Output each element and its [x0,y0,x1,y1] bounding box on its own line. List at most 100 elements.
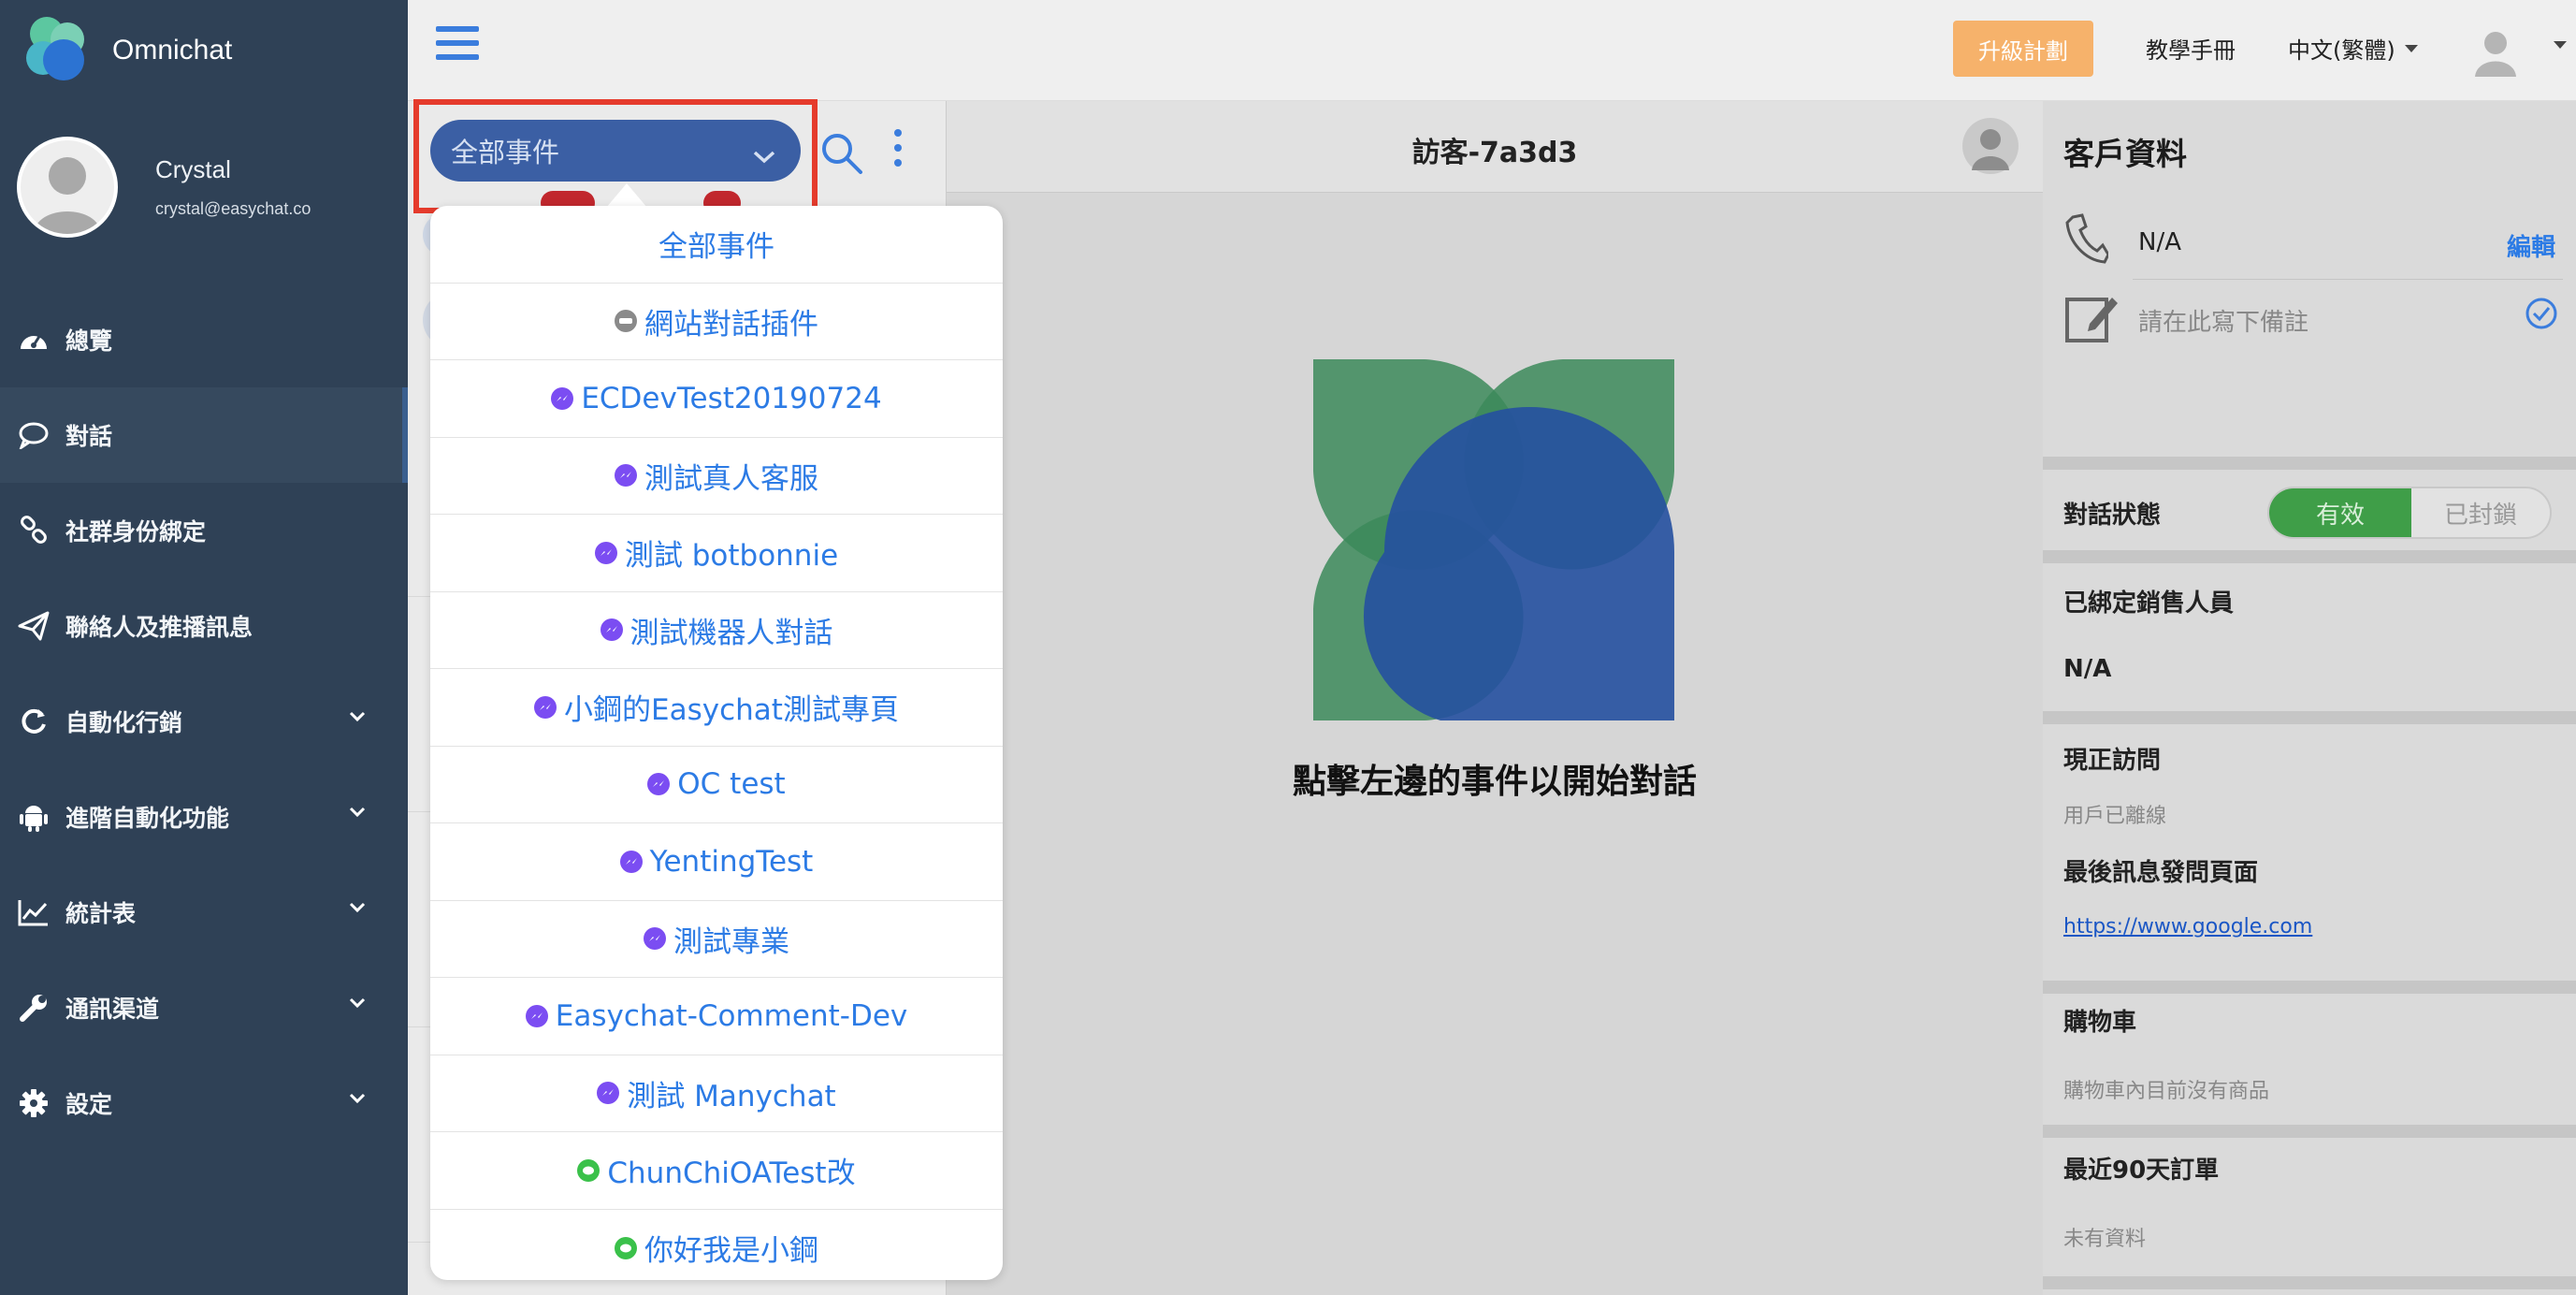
sidebar-item-marketing-automation[interactable]: 自動化行銷 [0,674,408,769]
filter-option[interactable]: OC test [430,747,1003,823]
conversation-panel: 訪客-7a3d3 點擊左邊的事件以開始對話 [947,101,2043,1295]
brand[interactable]: Omnichat [21,13,232,88]
caret-down-icon [2404,44,2418,52]
filter-option[interactable]: 你好我是小鋼 [430,1210,1003,1281]
filter-option[interactable]: ECDevTest20190724 [430,360,1003,438]
upgrade-plan-button[interactable]: 升級計劃 [1953,21,2093,77]
phone-icon [2065,213,2110,268]
omnichat-logo-icon [21,13,95,88]
sidebar-item-advanced-automation[interactable]: 進階自動化功能 [0,769,408,865]
messenger-icon [551,386,574,410]
filter-option[interactable]: 測試機器人對話 [430,592,1003,669]
top-bar: 升級計劃 教學手冊 中文(繁體) [408,0,2576,101]
language-select[interactable]: 中文(繁體) [2288,32,2418,65]
filter-option[interactable]: 全部事件 [430,206,1003,284]
chevron-down-icon [348,709,367,727]
conversation-title: 訪客-7a3d3 [1411,137,1578,169]
last-page-link[interactable]: https://www.google.com [2063,915,2312,939]
sidebar: Omnichat Crystal crystal@easychat.co 總覽 [0,0,408,1295]
omnichat-watermark-icon [1312,358,1675,726]
user-name: Crystal [155,155,231,183]
dashboard-icon [17,323,51,356]
filter-option[interactable]: Easychat-Comment-Dev [430,978,1003,1055]
conversation-filter-dropdown: 全部事件 網站對話插件 ECDevTest20190724 測試真人客服 測試 … [430,206,1003,1280]
sales-value: N/A [2063,655,2112,683]
tutorial-manual-link[interactable]: 教學手冊 [2146,32,2236,65]
customer-info-panel: 客戶資料 N/A 編輯 請在此寫下備註 對話狀態 有效 已封鎖 已綁定銷售人員 … [2043,101,2576,1295]
edit-button[interactable]: 編輯 [2507,228,2555,263]
filter-option[interactable]: YentingTest [430,823,1003,901]
filter-option[interactable]: 小鋼的Easychat測試專頁 [430,669,1003,747]
chat-icon [17,418,51,452]
filter-option[interactable]: 網站對話插件 [430,284,1003,360]
sidebar-item-contacts-broadcast[interactable]: 聯絡人及推播訊息 [0,578,408,674]
account-caret-icon[interactable] [2554,41,2567,49]
chevron-down-icon [348,900,367,918]
cart-label: 購物車 [2063,1009,2137,1037]
divider [2133,279,2563,280]
android-icon [17,800,51,834]
status-toggle[interactable]: 有效 已封鎖 [2267,487,2552,539]
hamburger-menu-icon[interactable] [436,26,479,64]
filter-option[interactable]: 測試 botbonnie [430,515,1003,592]
status-active-option[interactable]: 有效 [2269,488,2411,537]
messenger-icon [644,927,666,951]
sidebar-item-social-binding[interactable]: 社群身份綁定 [0,483,408,578]
gear-icon [17,1086,51,1120]
sidebar-item-overview[interactable]: 總覽 [0,292,408,387]
section-divider [2043,457,2576,470]
paper-plane-icon [17,609,51,643]
messenger-icon [615,464,637,487]
messenger-icon [594,541,617,564]
sidebar-item-channels[interactable]: 通訊渠道 [0,960,408,1055]
empty-state-hint: 點擊左邊的事件以開始對話 [1292,763,1697,801]
status-label: 對話狀態 [2063,502,2162,530]
filter-option[interactable]: 測試專業 [430,901,1003,978]
user-email: crystal@easychat.co [155,199,311,218]
filter-option[interactable]: ChunChiOATest改 [430,1132,1003,1210]
messenger-icon [534,695,557,719]
note-input[interactable]: 請在此寫下備註 [2138,303,2308,338]
visit-value: 用戶已離線 [2063,805,2167,828]
conversation-header: 訪客-7a3d3 [947,101,2043,193]
edit-note-icon [2063,290,2120,350]
search-icon[interactable] [819,131,864,176]
account-avatar[interactable] [2469,24,2522,77]
orders-label: 最近90天訂單 [2063,1157,2220,1185]
web-widget-icon [615,310,637,333]
messenger-icon [619,850,643,873]
check-circle-icon[interactable] [2525,298,2557,333]
avatar[interactable] [17,137,118,238]
messenger-icon [600,618,623,642]
app-name: Omnichat [112,35,233,65]
messenger-icon [647,773,671,796]
visit-label: 現正訪問 [2063,747,2162,775]
more-vertical-icon[interactable] [889,129,907,176]
last-page-label: 最後訊息發問頁面 [2063,859,2259,887]
status-blocked-option[interactable]: 已封鎖 [2411,488,2550,537]
section-divider [2043,1276,2576,1289]
sales-label: 已綁定銷售人員 [2063,589,2235,618]
refresh-icon [17,705,51,738]
chevron-down-icon [348,805,367,822]
section-divider [2043,1125,2576,1138]
line-icon [615,1236,637,1259]
customer-panel-title: 客戶資料 [2063,136,2187,172]
orders-value: 未有資料 [2063,1228,2147,1251]
filter-option[interactable]: 測試真人客服 [430,438,1003,515]
line-icon [577,1158,601,1182]
wrench-icon [17,991,51,1025]
visitor-avatar[interactable] [1962,118,2019,174]
customer-phone: N/A [2138,228,2181,256]
cart-value: 購物車內目前沒有商品 [2063,1080,2270,1103]
chevron-down-icon [752,140,776,172]
sidebar-item-conversations[interactable]: 對話 [0,387,408,483]
sidebar-item-settings[interactable]: 設定 [0,1055,408,1151]
section-divider [2043,550,2576,563]
sidebar-item-statistics[interactable]: 統計表 [0,865,408,960]
filter-option[interactable]: 測試 Manychat [430,1055,1003,1132]
section-divider [2043,981,2576,994]
messenger-icon [525,1004,548,1027]
user-profile[interactable]: Crystal crystal@easychat.co [17,137,311,238]
conversation-filter-select[interactable]: 全部事件 [430,120,801,182]
